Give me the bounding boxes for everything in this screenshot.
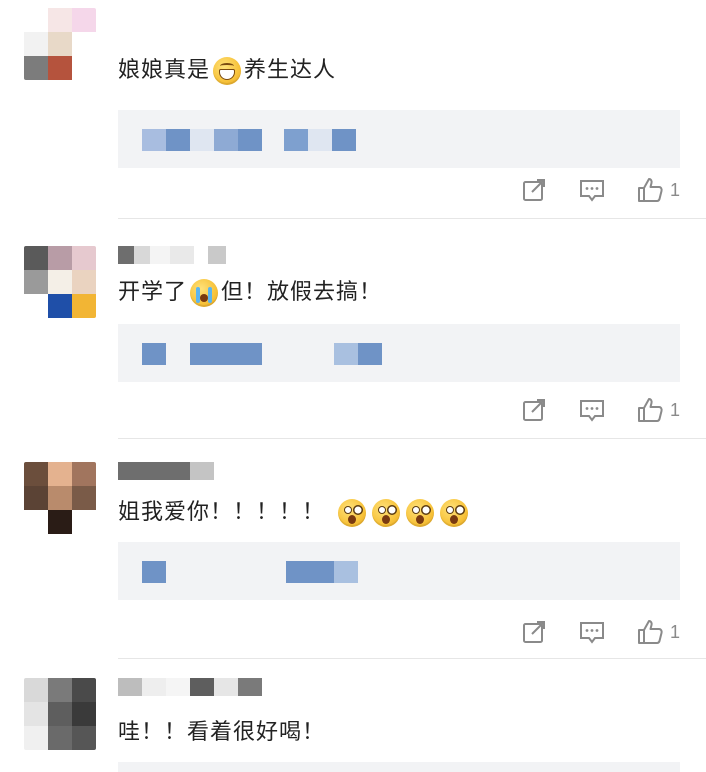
crying-emoji-icon — [190, 279, 219, 307]
comment-text-part: 但！放假去搞！ — [221, 280, 383, 305]
grinning-emoji-icon — [213, 57, 242, 85]
share-icon[interactable] — [520, 618, 548, 646]
divider — [118, 218, 706, 219]
reply-preview[interactable] — [118, 542, 680, 600]
username-blurred[interactable] — [118, 462, 214, 480]
divider — [118, 438, 706, 439]
comment-actions: 1 — [490, 618, 680, 646]
share-icon[interactable] — [520, 176, 548, 204]
shocked-emoji-icon — [338, 499, 367, 527]
like-count: 1 — [669, 621, 680, 642]
blurred-reply-text — [142, 561, 358, 583]
shocked-emoji-icon — [440, 499, 469, 527]
avatar[interactable] — [24, 462, 96, 534]
thumbs-up-icon[interactable] — [636, 618, 664, 646]
username-blurred[interactable] — [118, 678, 262, 696]
thumbs-up-icon[interactable] — [636, 396, 664, 424]
comment-text: 娘娘真是 养生达人 — [118, 56, 336, 86]
comment-icon[interactable] — [578, 176, 606, 204]
avatar[interactable] — [24, 246, 96, 318]
comment-text: 姐我爱你！！！！！ — [118, 498, 471, 528]
comment-actions: 1 — [490, 396, 680, 424]
comment-text: 哇！！看着很好喝！ — [118, 718, 325, 748]
blurred-reply-text — [142, 129, 356, 151]
share-icon[interactable] — [520, 396, 548, 424]
avatar[interactable] — [24, 678, 96, 750]
shocked-emoji-icon — [406, 499, 435, 527]
thumbs-up-icon[interactable] — [636, 176, 664, 204]
reply-preview[interactable] — [118, 110, 680, 168]
blurred-reply-text — [142, 343, 382, 365]
comment-text-part: 姐我爱你！！！！！ — [118, 500, 326, 525]
comment-text-part: 哇！！看着很好喝！ — [118, 720, 326, 745]
comment-icon[interactable] — [578, 618, 606, 646]
shocked-emoji-icon — [372, 499, 401, 527]
username-blurred[interactable] — [118, 246, 226, 264]
divider — [118, 658, 706, 659]
avatar[interactable] — [24, 8, 96, 80]
comment-actions: 1 — [490, 176, 680, 204]
reply-preview[interactable] — [118, 762, 680, 772]
comment-text-part: 养生达人 — [244, 58, 337, 83]
like-count: 1 — [669, 399, 680, 420]
comment-text-part: 娘娘真是 — [118, 58, 211, 83]
comment-text: 开学了 但！放假去搞！ — [118, 278, 382, 308]
comment-text-part: 开学了 — [118, 280, 188, 305]
like-count: 1 — [669, 179, 680, 200]
reply-preview[interactable] — [118, 324, 680, 382]
comment-icon[interactable] — [578, 396, 606, 424]
